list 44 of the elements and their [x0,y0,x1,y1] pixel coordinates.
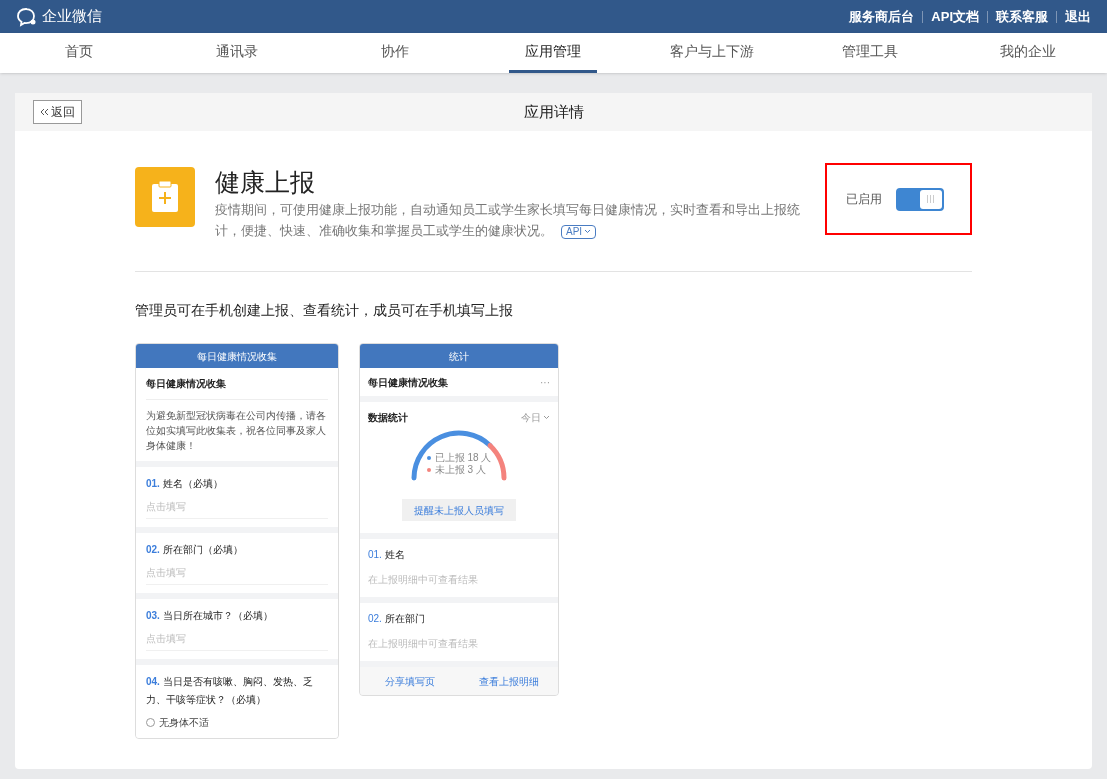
toggle-switch[interactable] [895,187,944,211]
nav-tab[interactable]: 我的企业 [983,33,1072,73]
form-intro: 为避免新型冠状病毒在公司内传播，请各位如实填写此收集表，祝各位同事及家人身体健康！ [146,409,327,453]
form-title: 每日健康情况收集 [146,368,328,400]
footer-link[interactable]: 分享填写页 [384,673,435,689]
chat-bubble-logo-icon [16,6,38,27]
app-description: 疫情期间，可使用健康上报功能，自动通知员工或学生家长填写每日健康情况，实时查看和导出上报统计，便捷、快速、准确收集和掌握员工或学生的健康状况。 API [215,201,801,241]
header-link[interactable]: API文档 [931,6,979,27]
question-title: 02. 所在部门 [368,612,426,626]
app-name: 健康上报 [215,167,316,197]
back-button[interactable]: 返回 [33,100,82,124]
legend-label: 已上报 18 人 [434,452,492,464]
question-title: 01. 姓名（必填） [146,477,224,491]
section-title: 管理员可在手机创建上报、查看统计，成员可在手机填写上报 [135,301,514,320]
header-link[interactable]: 服务商后台 [849,6,915,27]
footer-link[interactable]: 查看上报明细 [478,673,539,689]
radio-button[interactable] [146,718,155,727]
question-title: 01. 姓名 [368,548,406,562]
double-chevron-icon [40,108,49,116]
legend-label: 未上报 3 人 [434,464,486,476]
question-title: 03. 当日所在城市？（必填） [146,609,274,623]
stats-title: 每日健康情况收集 [368,375,448,390]
nav-tab[interactable]: 首页 [49,33,110,73]
api-dropdown[interactable]: API [561,224,597,239]
question-title: 04. 当日是否有咳嗽、胸闷、发热、乏力、干咳等症状？（必填） [146,675,314,707]
question-title: 02. 所在部门（必填） [146,543,244,557]
header-link[interactable]: 联系客服 [996,6,1048,27]
status-label: 已启用 [845,191,882,208]
preview-header: 每日健康情况收集 [136,344,338,368]
preview-header: 统计 [360,344,558,368]
nav-tab[interactable]: 应用管理 [509,33,598,73]
option-label: 无身体不适 [159,716,209,730]
caret-icon [543,415,550,420]
panel-title: 应用详情 [523,101,584,122]
nav-tab[interactable]: 通讯录 [200,33,275,73]
logo-text: 企业微信 [42,6,102,27]
stats-section-title: 数据统计 [368,411,408,425]
nav-tab[interactable]: 协作 [365,33,426,73]
app-icon [135,167,195,227]
caret-icon [584,229,592,235]
header-link[interactable]: 退出 [1065,6,1091,27]
nav-tab[interactable]: 客户与上下游 [653,33,770,73]
remind-button[interactable]: 提醒未上报人员填写 [402,499,516,521]
nav-tab[interactable]: 管理工具 [825,33,914,73]
